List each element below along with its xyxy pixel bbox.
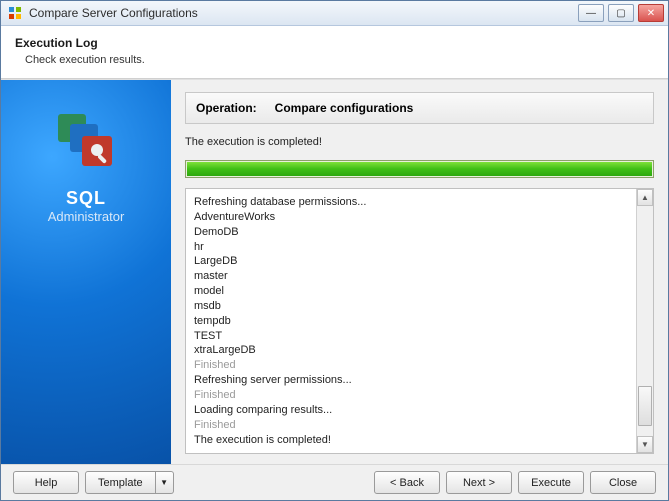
log-line: The execution is completed! xyxy=(194,433,628,448)
template-dropdown-button[interactable]: ▼ xyxy=(156,471,174,494)
page-subtitle: Check execution results. xyxy=(15,54,654,66)
scroll-track[interactable] xyxy=(637,206,653,436)
log-line: Refreshing database permissions... xyxy=(194,195,628,210)
footer: Help Template ▼ < Back Next > Execute Cl… xyxy=(1,464,668,500)
app-icon xyxy=(7,5,23,21)
body-area: SQL Administrator Operation: Compare con… xyxy=(1,79,668,464)
scrollbar[interactable]: ▲ ▼ xyxy=(636,189,653,453)
execute-button[interactable]: Execute xyxy=(518,471,584,494)
operation-box: Operation: Compare configurations xyxy=(185,92,654,124)
log-line: Refreshing server permissions... xyxy=(194,373,628,388)
scroll-up-button[interactable]: ▲ xyxy=(637,189,653,206)
template-button-group: Template ▼ xyxy=(85,471,174,494)
window: Compare Server Configurations — ▢ ✕ Exec… xyxy=(0,0,669,501)
log-line: Finished xyxy=(194,388,628,403)
log-line: Finished xyxy=(194,358,628,373)
log-line: AdventureWorks xyxy=(194,210,628,225)
log-line: master xyxy=(194,269,628,284)
log-line: Finished xyxy=(194,418,628,433)
maximize-button[interactable]: ▢ xyxy=(608,4,634,22)
operation-value: Compare configurations xyxy=(275,101,414,115)
log-line: hr xyxy=(194,240,628,255)
close-window-button[interactable]: ✕ xyxy=(638,4,664,22)
main-panel: Operation: Compare configurations The ex… xyxy=(171,80,668,464)
log-line: xtraLargeDB xyxy=(194,343,628,358)
template-button[interactable]: Template xyxy=(85,471,156,494)
scroll-thumb[interactable] xyxy=(638,386,652,426)
brand-line2: Administrator xyxy=(48,209,125,224)
log-box: Refreshing database permissions...Advent… xyxy=(185,188,654,454)
header-panel: Execution Log Check execution results. xyxy=(1,26,668,79)
sidebar: SQL Administrator xyxy=(1,80,171,464)
log-line: tempdb xyxy=(194,314,628,329)
log-line: model xyxy=(194,284,628,299)
titlebar[interactable]: Compare Server Configurations — ▢ ✕ xyxy=(1,1,668,26)
back-button[interactable]: < Back xyxy=(374,471,440,494)
log-line: DemoDB xyxy=(194,225,628,240)
progress-fill xyxy=(187,162,652,176)
log-line: msdb xyxy=(194,299,628,314)
scroll-down-button[interactable]: ▼ xyxy=(637,436,653,453)
help-button[interactable]: Help xyxy=(13,471,79,494)
progress-bar xyxy=(185,160,654,178)
brand-line1: SQL xyxy=(48,188,125,209)
next-button[interactable]: Next > xyxy=(446,471,512,494)
product-logo xyxy=(50,110,122,174)
log-line: TEST xyxy=(194,329,628,344)
close-button[interactable]: Close xyxy=(590,471,656,494)
operation-label: Operation: xyxy=(196,101,257,115)
status-message: The execution is completed! xyxy=(185,134,654,150)
log-line: Loading comparing results... xyxy=(194,403,628,418)
log-content[interactable]: Refreshing database permissions...Advent… xyxy=(186,189,636,453)
page-title: Execution Log xyxy=(15,36,654,50)
window-title: Compare Server Configurations xyxy=(29,6,578,20)
minimize-button[interactable]: — xyxy=(578,4,604,22)
log-line: LargeDB xyxy=(194,254,628,269)
brand-text: SQL Administrator xyxy=(48,188,125,224)
